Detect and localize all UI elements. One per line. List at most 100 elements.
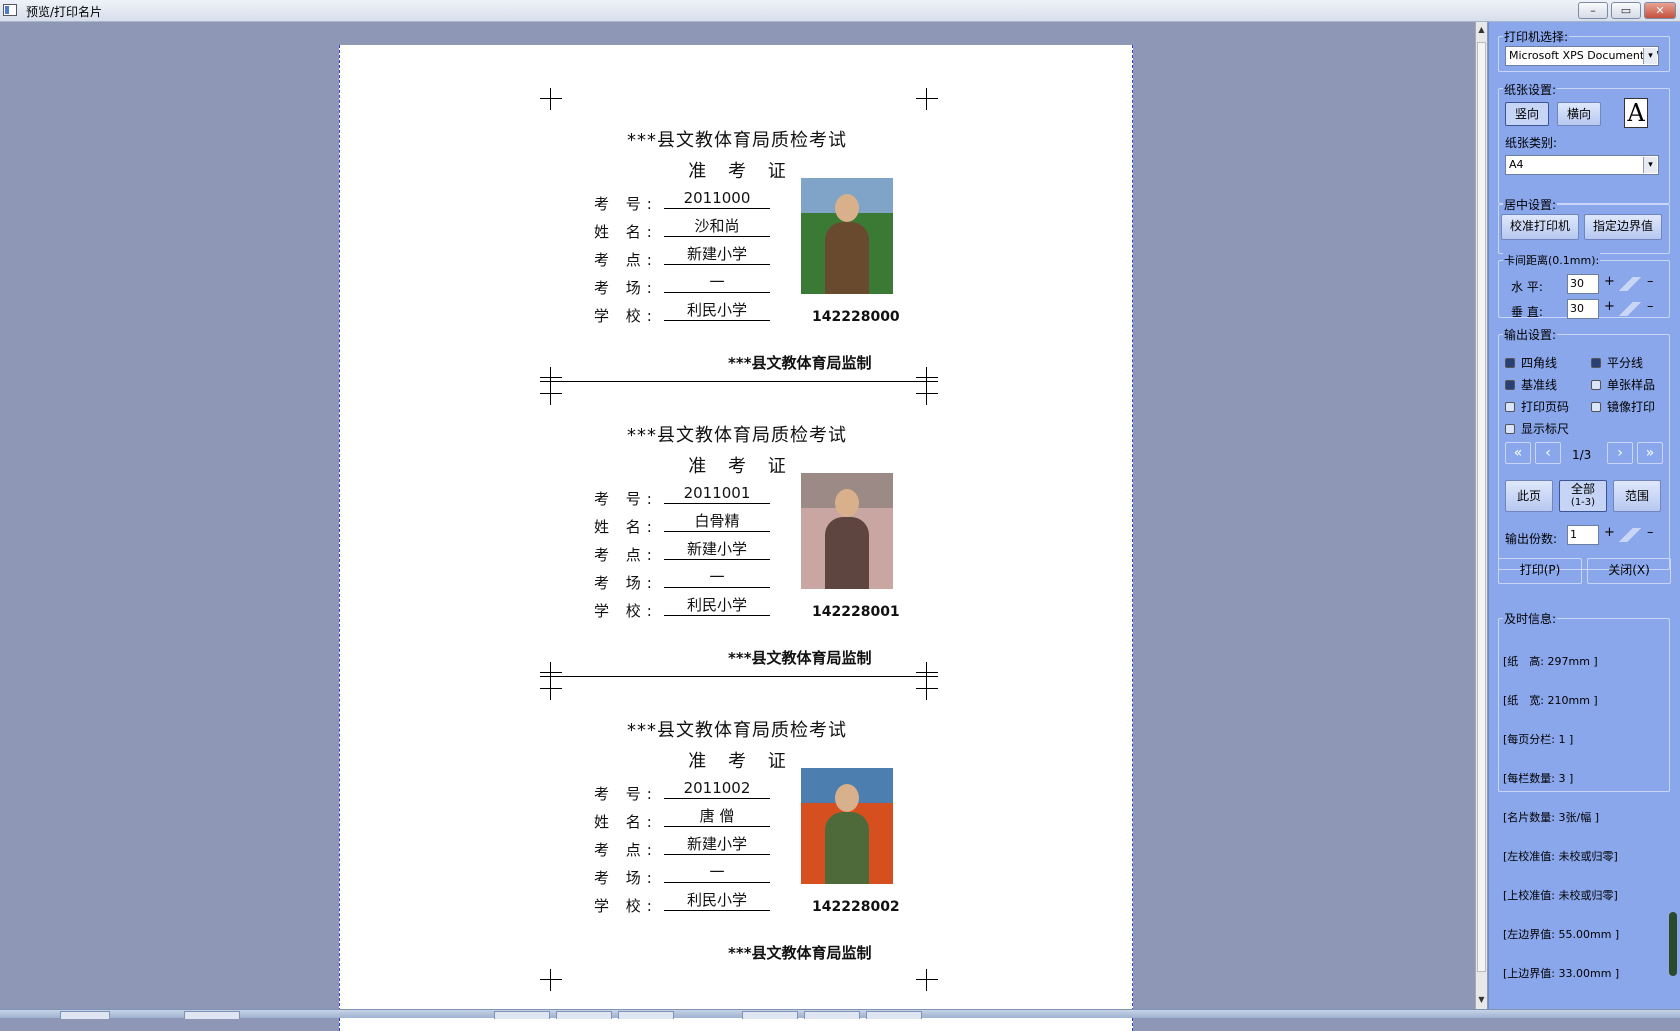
- info-list: [纸 高: 297mm ] [纸 宽: 210mm ] [每页分栏: 1 ] […: [1503, 629, 1619, 1006]
- horizontal-input[interactable]: 30: [1567, 274, 1599, 294]
- portrait-button[interactable]: 竖向: [1505, 102, 1549, 126]
- field-label: 学 校:: [594, 897, 658, 915]
- this-page-button[interactable]: 此页: [1505, 480, 1553, 512]
- paper-type-label: 纸张类别:: [1505, 136, 1558, 150]
- preview-canvas: ***县文教体育局质检考试准 考 证考 号: 2011000 姓 名: 沙和尚考 点:…: [0, 22, 1475, 1031]
- horizontal-plus-button[interactable]: +: [1604, 274, 1615, 289]
- option-single-sample[interactable]: 单张样品: [1591, 376, 1655, 393]
- scroll-thumb[interactable]: [1477, 42, 1486, 972]
- option-baseline[interactable]: 基准线: [1505, 376, 1557, 393]
- next-page-button[interactable]: ›: [1607, 442, 1633, 464]
- crop-mark-icon: [916, 678, 938, 700]
- landscape-button[interactable]: 横向: [1557, 102, 1601, 126]
- restore-button[interactable]: ▭: [1611, 2, 1641, 19]
- option-mirror[interactable]: 镜像打印: [1591, 398, 1655, 415]
- window-title: 预览/打印名片: [26, 5, 103, 19]
- field-label: 姓 名:: [594, 813, 658, 831]
- exam-title: ***县文教体育局质检考试: [627, 425, 847, 446]
- vertical-label: 垂 直:: [1511, 305, 1543, 319]
- certificate-title: 准 考 证: [688, 751, 794, 772]
- admission-card: ***县文教体育局质检考试准 考 证考 号: 2011002 姓 名: 唐 僧考 点:…: [340, 635, 1134, 991]
- option-four-corner[interactable]: 四角线: [1505, 354, 1557, 371]
- copies-minus-button[interactable]: –: [1647, 525, 1654, 540]
- field-label: 考 号:: [594, 490, 658, 508]
- page-indicator: 1/3: [1572, 448, 1592, 462]
- orientation-icon: A: [1624, 98, 1648, 128]
- field-value: 一: [664, 863, 770, 883]
- calibrate-printer-button[interactable]: 校准打印机: [1501, 214, 1579, 240]
- horizontal-label: 水 平:: [1511, 280, 1543, 294]
- range-button[interactable]: 范围: [1613, 480, 1661, 512]
- copies-plus-button[interactable]: +: [1604, 525, 1615, 540]
- info-line: [纸 高: 297mm ]: [1503, 655, 1598, 668]
- info-line: [上边界值: 33.00mm ]: [1503, 967, 1620, 980]
- field-label: 考 号:: [594, 785, 658, 803]
- all-pages-button[interactable]: 全部 (1-3): [1559, 480, 1607, 512]
- certificate-title: 准 考 证: [688, 161, 794, 182]
- vertical-plus-button[interactable]: +: [1604, 299, 1615, 314]
- paper-page: ***县文教体育局质检考试准 考 证考 号: 2011000 姓 名: 沙和尚考 点:…: [339, 45, 1133, 1031]
- field-value: 利民小学: [664, 596, 770, 616]
- checkbox-icon: [1591, 402, 1601, 412]
- vertical-minus-button[interactable]: –: [1647, 299, 1654, 314]
- close-button[interactable]: 关闭(X): [1587, 558, 1671, 584]
- prev-page-button[interactable]: ‹: [1535, 442, 1561, 464]
- scroll-up-icon[interactable]: ▲: [1476, 24, 1487, 36]
- info-title: 及时信息:: [1503, 610, 1558, 627]
- info-line: [名片数量: 3张/幅 ]: [1503, 811, 1599, 824]
- field-value: 白骨精: [664, 512, 770, 532]
- option-ruler[interactable]: 显示标尺: [1505, 420, 1569, 437]
- field-value: 一: [664, 568, 770, 588]
- field-value: 2011002: [664, 779, 770, 799]
- field-label: 考 点:: [594, 251, 658, 269]
- chevron-down-icon: ▾: [1643, 157, 1657, 173]
- paper-title: 纸张设置:: [1503, 81, 1558, 98]
- checkbox-icon: [1505, 358, 1515, 368]
- exam-title: ***县文教体育局质检考试: [627, 130, 847, 151]
- vertical-input[interactable]: 30: [1567, 299, 1599, 319]
- set-margin-button[interactable]: 指定边界值: [1584, 214, 1662, 240]
- option-page-number[interactable]: 打印页码: [1505, 398, 1569, 415]
- print-button[interactable]: 打印(P): [1498, 558, 1582, 584]
- supervisor-text: ***县文教体育局监制: [728, 944, 872, 962]
- divider-icon: [1615, 302, 1645, 316]
- first-page-button[interactable]: «: [1505, 442, 1531, 464]
- close-window-button[interactable]: ✕: [1644, 2, 1676, 19]
- field-value: 新建小学: [664, 540, 770, 560]
- option-bisector[interactable]: 平分线: [1591, 354, 1643, 371]
- admission-card: ***县文教体育局质检考试准 考 证考 号: 2011001 姓 名: 白骨精考 点:…: [340, 340, 1134, 684]
- student-photo: [801, 473, 893, 589]
- info-line: [纸 宽: 210mm ]: [1503, 694, 1598, 707]
- info-line: [每栏数量: 3 ]: [1503, 772, 1574, 785]
- scroll-down-icon[interactable]: ▼: [1476, 994, 1487, 1006]
- checkbox-icon: [1505, 402, 1515, 412]
- field-label: 姓 名:: [594, 223, 658, 241]
- crop-mark-icon: [540, 383, 562, 405]
- horizontal-minus-button[interactable]: –: [1647, 274, 1654, 289]
- field-label: 考 场:: [594, 869, 658, 887]
- paper-type-select[interactable]: A4 ▾: [1505, 155, 1659, 175]
- card-code: 142228002: [812, 899, 900, 915]
- output-title: 输出设置:: [1503, 326, 1558, 343]
- field-value: 一: [664, 273, 770, 293]
- last-page-button[interactable]: »: [1637, 442, 1663, 464]
- field-label: 考 点:: [594, 546, 658, 564]
- copies-label: 输出份数:: [1505, 532, 1558, 546]
- vertical-scrollbar[interactable]: ▲ ▼: [1475, 22, 1487, 1009]
- gap-title: 卡间距离(0.1mm):: [1503, 252, 1601, 268]
- all-pages-range: (1-3): [1570, 497, 1596, 508]
- info-line: [左边界值: 55.00mm ]: [1503, 928, 1620, 941]
- minimize-button[interactable]: –: [1578, 2, 1608, 19]
- all-pages-label: 全部: [1570, 482, 1595, 496]
- certificate-title: 准 考 证: [688, 456, 794, 477]
- field-value: 唐 僧: [664, 807, 770, 827]
- printer-select[interactable]: Microsoft XPS Document Writer ▾: [1505, 46, 1659, 66]
- field-label: 学 校:: [594, 307, 658, 325]
- copies-input[interactable]: 1: [1567, 525, 1599, 545]
- checkbox-icon: [1505, 380, 1515, 390]
- field-value: 沙和尚: [664, 217, 770, 237]
- field-label: 考 号:: [594, 195, 658, 213]
- app-icon: [3, 4, 17, 16]
- field-label: 考 场:: [594, 574, 658, 592]
- field-value: 利民小学: [664, 891, 770, 911]
